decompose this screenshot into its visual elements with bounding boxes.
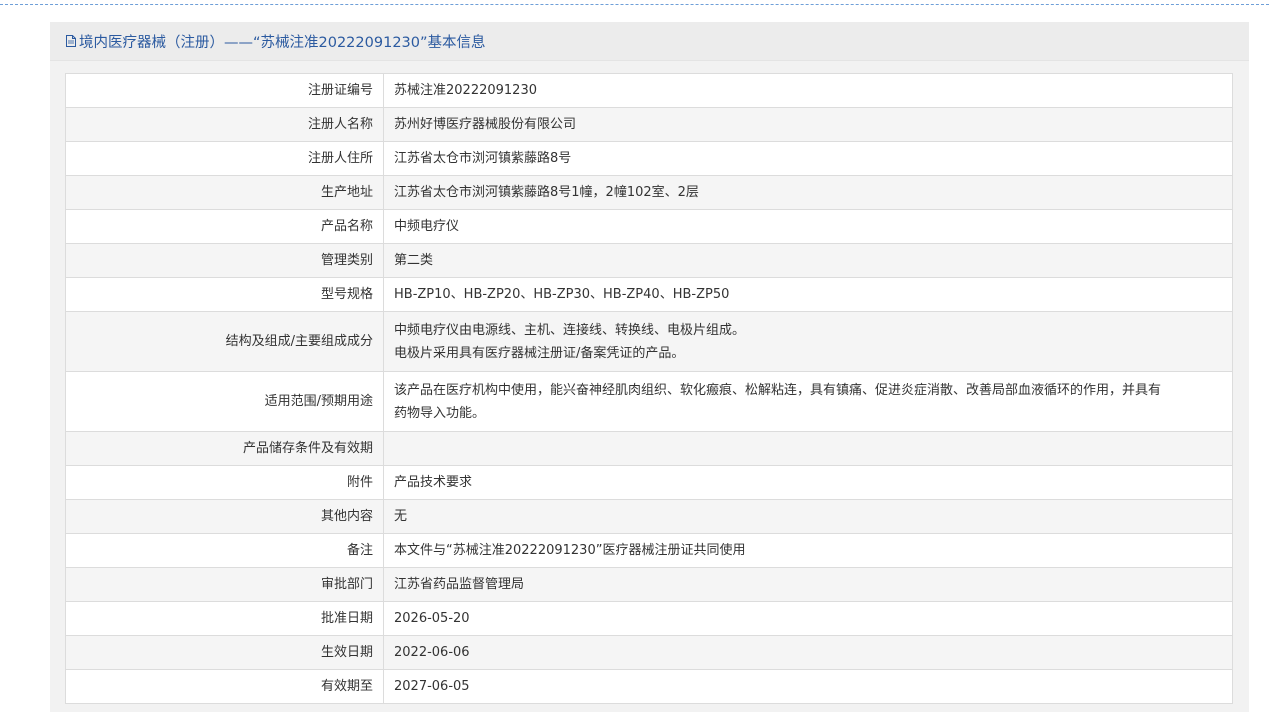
row-label: 生效日期 [65, 635, 384, 670]
row-label: 产品名称 [65, 209, 384, 244]
row-value: HB-ZP10、HB-ZP20、HB-ZP30、HB-ZP40、HB-ZP50 [383, 277, 1233, 312]
detail-panel: 境内医疗器械（注册）——“苏械注准20222091230”基本信息 注册证编号 … [50, 22, 1249, 712]
row-label: 结构及组成/主要组成成分 [65, 311, 384, 372]
row-value: 2027-06-05 [383, 669, 1233, 704]
row-value: 江苏省太仓市浏河镇紫藤路8号1幢，2幢102室、2层 [383, 175, 1233, 210]
document-icon [66, 35, 76, 47]
row-label: 附件 [65, 465, 384, 500]
row-label: 注册人名称 [65, 107, 384, 142]
row-value: 本文件与“苏械注准20222091230”医疗器械注册证共同使用 [383, 533, 1233, 568]
row-label: 有效期至 [65, 669, 384, 704]
table-row: 注册人名称 苏州好博医疗器械股份有限公司 [65, 107, 1233, 142]
row-value: 第二类 [383, 243, 1233, 278]
row-label: 适用范围/预期用途 [65, 371, 384, 432]
row-value-line: 中频电疗仪由电源线、主机、连接线、转换线、电极片组成。 [394, 322, 746, 338]
table-row: 生效日期 2022-06-06 [65, 635, 1233, 670]
row-label: 备注 [65, 533, 384, 568]
row-label: 其他内容 [65, 499, 384, 534]
row-label: 注册人住所 [65, 141, 384, 176]
row-label: 产品储存条件及有效期 [65, 431, 384, 466]
row-value: 中频电疗仪由电源线、主机、连接线、转换线、电极片组成。 电极片采用具有医疗器械注… [383, 311, 1233, 372]
table-row: 有效期至 2027-06-05 [65, 669, 1233, 704]
row-label: 审批部门 [65, 567, 384, 602]
table-row: 注册人住所 江苏省太仓市浏河镇紫藤路8号 [65, 141, 1233, 176]
row-label: 型号规格 [65, 277, 384, 312]
row-value: 中频电疗仪 [383, 209, 1233, 244]
table-row: 备注 本文件与“苏械注准20222091230”医疗器械注册证共同使用 [65, 533, 1233, 568]
table-row: 产品名称 中频电疗仪 [65, 209, 1233, 244]
table-row: 审批部门 江苏省药品监督管理局 [65, 567, 1233, 602]
table-row: 附件 产品技术要求 [65, 465, 1233, 500]
row-value: 无 [383, 499, 1233, 534]
table-row: 其他内容 无 [65, 499, 1233, 534]
table-row: 结构及组成/主要组成成分 中频电疗仪由电源线、主机、连接线、转换线、电极片组成。… [65, 311, 1233, 372]
row-value-line: 药物导入功能。 [394, 405, 486, 421]
row-label: 管理类别 [65, 243, 384, 278]
row-value [383, 431, 1233, 466]
row-value: 江苏省太仓市浏河镇紫藤路8号 [383, 141, 1233, 176]
page-title: 境内医疗器械（注册）——“苏械注准20222091230”基本信息 [79, 34, 486, 51]
table-row: 型号规格 HB-ZP10、HB-ZP20、HB-ZP30、HB-ZP40、HB-… [65, 277, 1233, 312]
row-label: 注册证编号 [65, 73, 384, 108]
row-value: 江苏省药品监督管理局 [383, 567, 1233, 602]
table-row: 注册证编号 苏械注准20222091230 [65, 73, 1233, 108]
row-value: 苏械注准20222091230 [383, 73, 1233, 108]
row-value: 2022-06-06 [383, 635, 1233, 670]
info-table: 注册证编号 苏械注准20222091230 注册人名称 苏州好博医疗器械股份有限… [65, 73, 1233, 704]
table-row: 生产地址 江苏省太仓市浏河镇紫藤路8号1幢，2幢102室、2层 [65, 175, 1233, 210]
panel-title-bar: 境内医疗器械（注册）——“苏械注准20222091230”基本信息 [50, 22, 1249, 61]
row-value: 2026-05-20 [383, 601, 1233, 636]
table-row: 适用范围/预期用途 该产品在医疗机构中使用，能兴奋神经肌肉组织、软化瘢痕、松解粘… [65, 371, 1233, 432]
top-dashed-divider [0, 4, 1269, 5]
info-table-wrapper: 注册证编号 苏械注准20222091230 注册人名称 苏州好博医疗器械股份有限… [65, 73, 1233, 704]
row-value: 苏州好博医疗器械股份有限公司 [383, 107, 1233, 142]
table-row: 批准日期 2026-05-20 [65, 601, 1233, 636]
row-value: 产品技术要求 [383, 465, 1233, 500]
row-value-line: 电极片采用具有医疗器械注册证/备案凭证的产品。 [394, 345, 685, 361]
row-value: 该产品在医疗机构中使用，能兴奋神经肌肉组织、软化瘢痕、松解粘连，具有镇痛、促进炎… [383, 371, 1233, 432]
table-row: 产品储存条件及有效期 [65, 431, 1233, 466]
row-label: 批准日期 [65, 601, 384, 636]
row-value-line: 该产品在医疗机构中使用，能兴奋神经肌肉组织、软化瘢痕、松解粘连，具有镇痛、促进炎… [394, 382, 1162, 398]
row-label: 生产地址 [65, 175, 384, 210]
table-row: 管理类别 第二类 [65, 243, 1233, 278]
